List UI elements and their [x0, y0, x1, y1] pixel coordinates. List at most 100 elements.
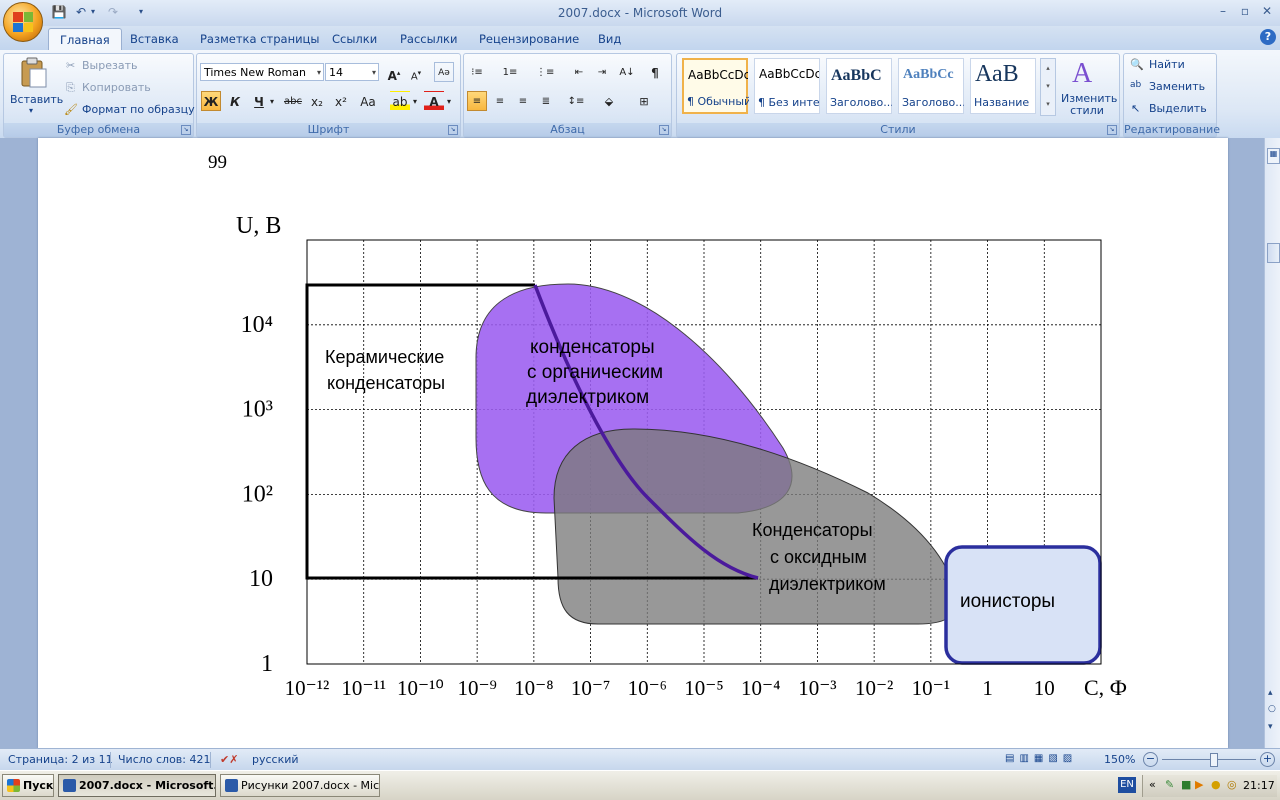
tab-references[interactable]: Ссылки — [321, 28, 388, 50]
copy-button[interactable]: Копировать — [82, 81, 151, 94]
grow-font-icon[interactable]: A▴ — [384, 62, 404, 83]
vertical-scrollbar[interactable]: ▦ ▴ ○ ▾ — [1264, 138, 1280, 748]
format-painter-button[interactable]: Формат по образцу — [82, 103, 195, 116]
styles-scroll[interactable]: ▴ ▾ ▾ — [1040, 58, 1056, 116]
clipboard-launcher-icon[interactable]: ↘ — [181, 125, 191, 135]
shading-icon[interactable]: ⬙ — [599, 91, 619, 111]
office-button[interactable] — [3, 2, 43, 42]
view-buttons-icon[interactable]: ▤▥▦▧▨ — [1005, 753, 1077, 764]
clear-formatting-icon[interactable]: Aə — [434, 62, 454, 82]
zoom-in-icon[interactable]: + — [1260, 752, 1275, 767]
bold-button[interactable]: Ж — [201, 91, 221, 111]
font-launcher-icon[interactable]: ↘ — [448, 125, 458, 135]
decrease-indent-icon[interactable]: ⇤ — [569, 62, 589, 82]
tab-mailings[interactable]: Рассылки — [389, 28, 468, 50]
font-color-icon[interactable]: A — [424, 91, 444, 111]
line-spacing-icon[interactable]: ↕≡ — [566, 91, 586, 111]
replace-button[interactable]: Заменить — [1149, 80, 1205, 93]
paragraph-launcher-icon[interactable]: ↘ — [659, 125, 669, 135]
justify-icon[interactable]: ≣ — [536, 91, 556, 111]
scroll-down-icon[interactable]: ▾ — [1268, 722, 1273, 732]
zoom-out-icon[interactable]: − — [1143, 752, 1158, 767]
increase-indent-icon[interactable]: ⇥ — [592, 62, 612, 82]
tray-player-icon[interactable]: ▶ — [1195, 778, 1203, 791]
proofing-icon[interactable]: ✔✗ — [220, 753, 238, 766]
language-indicator[interactable]: русский — [252, 753, 299, 766]
subscript-button[interactable]: x₂ — [307, 91, 327, 111]
find-button[interactable]: Найти — [1149, 58, 1185, 71]
ruler-toggle-icon[interactable]: ▦ — [1267, 148, 1280, 164]
show-formatting-icon[interactable]: ¶ — [645, 62, 665, 82]
change-styles-icon[interactable]: A — [1068, 56, 1104, 89]
change-styles-button[interactable]: Изменить стили — [1061, 93, 1117, 117]
align-center-icon[interactable]: ≡ — [490, 91, 510, 111]
tab-review[interactable]: Рецензирование — [468, 28, 590, 50]
task-word-figures[interactable]: Рисунки 2007.docx - Mic... — [220, 774, 380, 797]
oxide-label-2: с оксидным — [770, 547, 867, 567]
strikethrough-button[interactable]: abc — [283, 91, 303, 111]
multilevel-list-icon[interactable]: ⋮≡ — [535, 62, 555, 82]
style-normal[interactable]: AaBbCcDc ¶ Обычный — [682, 58, 749, 114]
bullets-icon[interactable]: ⁝≡ — [467, 62, 487, 82]
style-heading-1[interactable]: AaBbC Заголово... — [826, 58, 892, 114]
cut-button[interactable]: Вырезать — [82, 59, 137, 72]
numbering-icon[interactable]: 1≡ — [500, 62, 520, 82]
word-count[interactable]: Число слов: 421 — [118, 753, 211, 766]
font-size-dropdown-icon[interactable]: ▾ — [372, 64, 376, 82]
task-word-2007[interactable]: 2007.docx - Microsoft... — [58, 774, 216, 797]
minimize-icon[interactable]: – — [1212, 3, 1234, 19]
align-left-icon[interactable]: ≡ — [467, 91, 487, 111]
close-icon[interactable]: ✕ — [1256, 3, 1278, 19]
font-color-dropdown-icon[interactable]: ▾ — [444, 91, 454, 111]
underline-dropdown-icon[interactable]: ▾ — [267, 91, 277, 111]
style-no-spacing[interactable]: AaBbCcDc ¶ Без инте... — [754, 58, 820, 114]
style-sample: AaBbCcDc — [759, 67, 819, 81]
start-button[interactable]: Пуск — [2, 774, 54, 797]
tab-insert[interactable]: Вставка — [119, 28, 190, 50]
page-counter[interactable]: Страница: 2 из 11 — [8, 753, 113, 766]
shrink-font-icon[interactable]: A▾ — [406, 62, 426, 82]
tray-app-icon[interactable]: ■ — [1181, 778, 1191, 791]
tray-alert-icon[interactable]: ● — [1211, 778, 1221, 791]
scroll-up-icon[interactable]: ▴ — [1268, 688, 1273, 698]
font-name-value: Times New Roman — [204, 66, 306, 79]
tab-view[interactable]: Вид — [587, 28, 632, 50]
clock[interactable]: 21:17 — [1243, 779, 1275, 792]
zoom-slider-thumb[interactable] — [1210, 753, 1218, 767]
tab-page-layout[interactable]: Разметка страницы — [189, 28, 330, 50]
x-tick-label: 10⁻¹² — [285, 676, 330, 700]
change-case-button[interactable]: Aa — [355, 91, 381, 111]
underline-button[interactable]: Ч — [249, 91, 269, 111]
align-right-icon[interactable]: ≡ — [513, 91, 533, 111]
y-tick-label: 1 — [261, 651, 273, 677]
tray-clock-app-icon[interactable]: ◎ — [1227, 778, 1237, 791]
browse-object-icon[interactable]: ○ — [1268, 704, 1276, 714]
zoom-slider[interactable] — [1162, 759, 1256, 760]
italic-button[interactable]: К — [225, 91, 245, 111]
paste-dropdown-icon[interactable]: ▾ — [29, 106, 33, 115]
paste-icon[interactable] — [18, 57, 48, 89]
zoom-level[interactable]: 150% — [1104, 753, 1135, 766]
font-name-combo[interactable]: Times New Roman ▾ — [200, 63, 324, 81]
highlight-icon[interactable]: ab — [390, 91, 410, 111]
font-size-combo[interactable]: 14 ▾ — [325, 63, 379, 81]
x-tick-label: 10⁻⁴ — [741, 676, 780, 700]
sort-icon[interactable]: A↓ — [617, 62, 637, 82]
tray-network-icon[interactable]: ✎ — [1165, 778, 1174, 791]
paste-button[interactable]: Вставить — [10, 93, 63, 106]
restore-icon[interactable]: ▫ — [1234, 3, 1256, 19]
scroll-thumb[interactable] — [1267, 243, 1280, 263]
style-title[interactable]: АаВ Название — [970, 58, 1036, 114]
tab-home[interactable]: Главная — [48, 28, 122, 51]
input-language[interactable]: EN — [1118, 777, 1136, 793]
highlight-dropdown-icon[interactable]: ▾ — [410, 91, 420, 111]
y-axis-label: U, В — [236, 213, 281, 239]
help-icon[interactable]: ? — [1260, 29, 1276, 45]
tray-expand-icon[interactable]: « — [1149, 778, 1156, 791]
select-button[interactable]: Выделить — [1149, 102, 1207, 115]
styles-launcher-icon[interactable]: ↘ — [1107, 125, 1117, 135]
borders-icon[interactable]: ⊞ — [634, 91, 654, 111]
font-name-dropdown-icon[interactable]: ▾ — [317, 64, 321, 82]
style-heading-2[interactable]: AaBbCc Заголово... — [898, 58, 964, 114]
superscript-button[interactable]: x² — [331, 91, 351, 111]
